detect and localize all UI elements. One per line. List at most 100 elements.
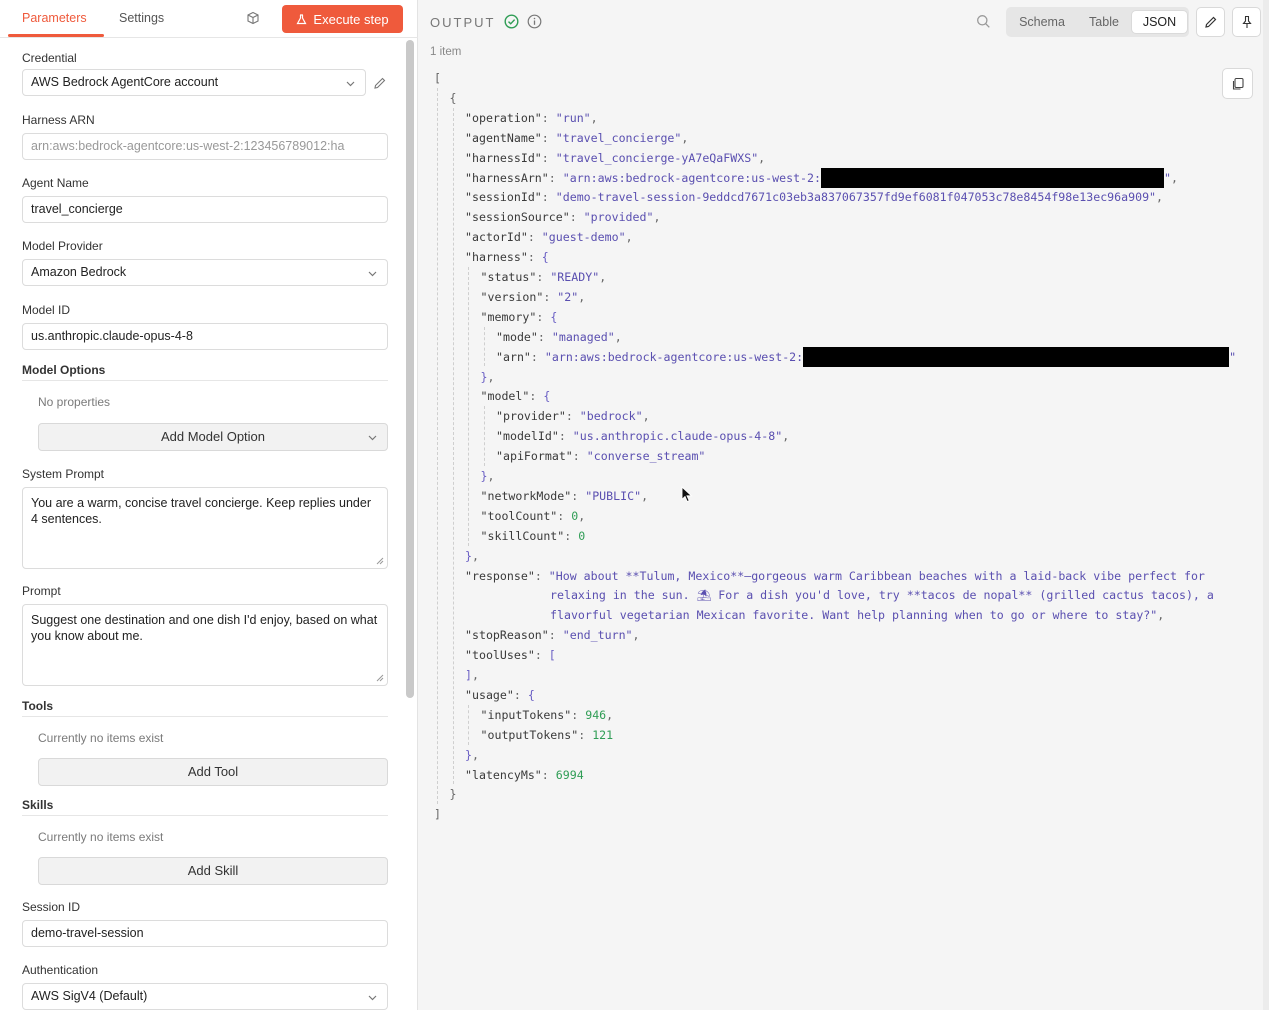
json-punct: : [557, 508, 572, 523]
left-scrollbar[interactable] [406, 40, 414, 698]
json-key: "usage" [465, 687, 514, 702]
authentication-label: Authentication [22, 963, 99, 977]
json-line: "provider": "bedrock", [496, 406, 650, 426]
json-key: "harness" [465, 250, 528, 265]
json-key: "status" [480, 270, 537, 284]
model-provider-label: Model Provider [22, 239, 103, 253]
credential-label: Credential [22, 51, 77, 65]
chevron-down-icon [368, 995, 377, 1001]
json-number: 6994 [555, 767, 584, 782]
json-key: "memory" [480, 309, 537, 324]
json-string: relaxing in the sun. ⛱ For a dish you'd … [550, 588, 1214, 603]
json-string: "PUBLIC" [585, 488, 642, 503]
add-tool-button[interactable]: Add Tool [38, 758, 388, 786]
indent-guide [483, 326, 485, 367]
chevron-down-icon [368, 435, 377, 441]
json-punct: : [513, 687, 528, 702]
system-prompt-label: System Prompt [22, 467, 105, 481]
divider [22, 815, 388, 816]
execute-step-button[interactable]: Execute step [282, 5, 403, 33]
json-punct: , [471, 668, 479, 682]
json-punct: , [487, 369, 495, 384]
authentication-value: AWS SigV4 (Default) [31, 989, 148, 1003]
json-string: "managed" [551, 329, 615, 344]
json-key: "provider" [496, 409, 566, 424]
json-line: } [450, 784, 457, 804]
json-punct: : [548, 170, 563, 185]
info-icon[interactable] [527, 14, 542, 29]
add-model-option-label: Add Model Option [160, 429, 266, 444]
json-punct: , [1157, 608, 1165, 623]
divider [22, 380, 388, 381]
right-scrollbar-track[interactable] [1263, 0, 1269, 1010]
json-punct: : [571, 707, 586, 722]
copy-json-button[interactable] [1222, 68, 1253, 99]
harness-arn-label: Harness ARN [22, 113, 95, 127]
json-string: " [1229, 349, 1237, 364]
harness-arn-input[interactable]: arn:aws:bedrock-agentcore:us-west-2:1234… [22, 133, 388, 160]
json-punct: { [543, 389, 551, 404]
resize-handle-icon[interactable] [376, 674, 384, 682]
edit-credential-icon[interactable] [373, 76, 387, 90]
json-string: "us.anthropic.claude-opus-4-8" [572, 429, 783, 444]
json-line: "usage": { [465, 685, 535, 705]
json-string: "run" [555, 110, 591, 125]
edit-output-button[interactable] [1196, 7, 1225, 37]
tab-parameters[interactable]: Parameters [22, 11, 87, 25]
json-string: "end_turn" [562, 628, 633, 643]
json-string: "guest-demo" [541, 230, 626, 245]
json-line: "version": "2", [481, 287, 586, 307]
agent-name-input[interactable]: travel_concierge [22, 196, 388, 223]
view-table-button[interactable]: Table [1080, 11, 1128, 33]
json-punct: { [527, 687, 535, 702]
copy-icon [1232, 77, 1244, 90]
session-id-input[interactable]: demo-travel-session [22, 920, 388, 947]
add-skill-button[interactable]: Add Skill [38, 857, 388, 885]
credential-select[interactable]: AWS Bedrock AgentCore account [22, 69, 366, 96]
divider [22, 716, 388, 717]
json-punct: : [529, 389, 544, 404]
pin-output-button[interactable] [1232, 7, 1261, 37]
json-number: 121 [592, 727, 614, 742]
system-prompt-textarea[interactable]: You are a warm, concise travel concierge… [22, 487, 388, 569]
redacted-block [803, 346, 1230, 367]
resize-handle-icon[interactable] [376, 557, 384, 565]
json-punct: { [550, 309, 558, 324]
json-line: "harnessId": "travel_concierge-yA7eQaFWX… [465, 148, 765, 168]
json-punct: : [572, 449, 587, 464]
json-punct: , [641, 488, 649, 503]
add-model-option-button[interactable]: Add Model Option [38, 423, 388, 451]
skills-empty: Currently no items exist [38, 830, 164, 844]
execute-step-label: Execute step [313, 11, 389, 27]
json-punct: : [548, 628, 563, 643]
indent-guide [483, 406, 485, 466]
json-line: "skillCount": 0 [481, 526, 586, 546]
tab-settings[interactable]: Settings [119, 11, 164, 25]
prompt-textarea[interactable]: Suggest one destination and one dish I'd… [22, 604, 388, 686]
json-line: "inputTokens": 946, [481, 705, 614, 725]
search-icon[interactable] [976, 14, 991, 29]
authentication-select[interactable]: AWS SigV4 (Default) [22, 983, 388, 1010]
json-punct: : [564, 528, 579, 543]
json-string: "arn:aws:bedrock-agentcore:us-west-2: [562, 170, 821, 185]
tools-empty: Currently no items exist [38, 731, 164, 745]
json-punct: , [642, 409, 650, 424]
json-line: ], [465, 665, 479, 685]
json-line: "modelId": "us.anthropic.claude-opus-4-8… [496, 426, 789, 446]
model-provider-value: Amazon Bedrock [31, 265, 127, 279]
json-line: "apiFormat": "converse_stream" [496, 446, 705, 466]
cube-icon[interactable] [246, 11, 260, 25]
view-json-button[interactable]: JSON [1132, 11, 1187, 33]
view-schema-button[interactable]: Schema [1012, 11, 1072, 33]
app-root: Parameters Settings Execute step Credent… [0, 0, 1269, 1010]
model-id-input[interactable]: us.anthropic.claude-opus-4-8 [22, 323, 388, 350]
json-string: "arn:aws:bedrock-agentcore:us-west-2: [544, 349, 804, 364]
json-punct: : [527, 230, 542, 245]
json-punct: : [530, 349, 545, 364]
json-string: "2" [557, 289, 579, 304]
json-key: "agentName" [465, 130, 542, 145]
model-provider-select[interactable]: Amazon Bedrock [22, 259, 388, 286]
model-id-label: Model ID [22, 303, 71, 317]
json-punct: : [569, 210, 584, 225]
json-key: "actorId" [465, 230, 528, 245]
